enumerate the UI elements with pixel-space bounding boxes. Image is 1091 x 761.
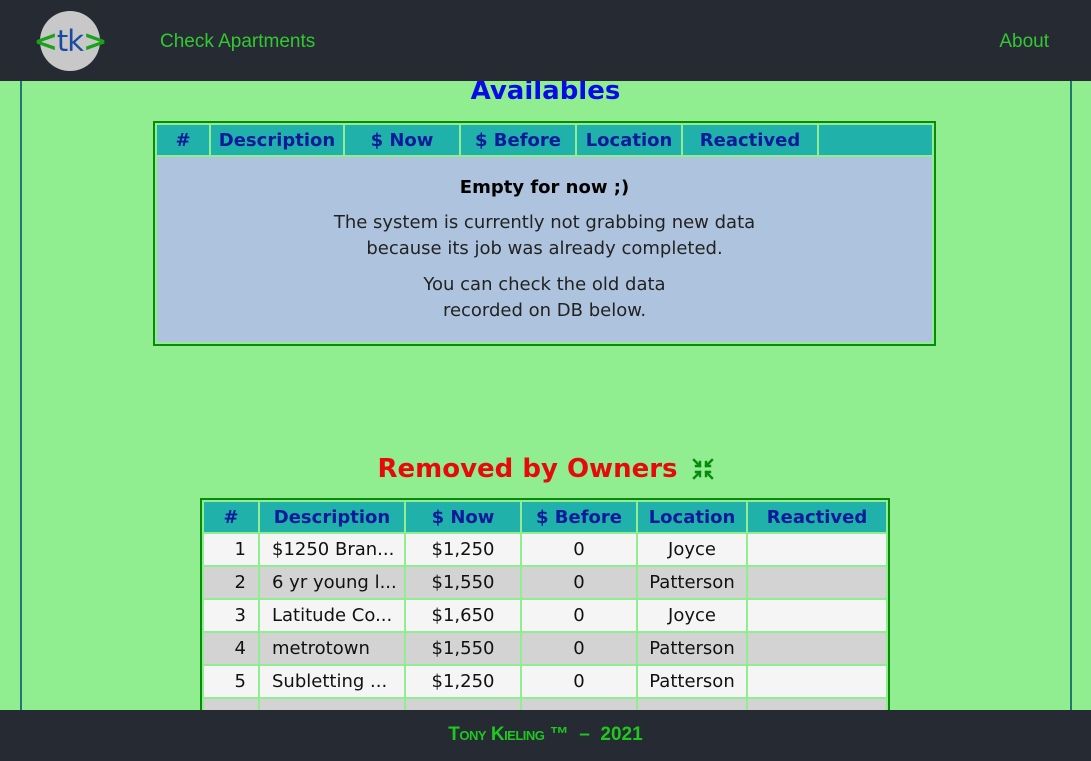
cell-location: Patterson [638,633,746,664]
removed-section-heading: Removed by Owners [0,454,1091,484]
nav-check-apartments-link[interactable]: Check Apartments [160,31,315,53]
cell-price-before: 0 [522,567,636,598]
cell-reactived [748,633,886,664]
empty-row: Empty for now ;) The system is currently… [157,157,932,342]
cell-price-now: $1,250 [406,666,520,697]
nav-about-link[interactable]: About [999,31,1049,53]
header-price-before[interactable]: $ Before [522,502,636,532]
cell-price-before: 0 [522,666,636,697]
empty-message-2: You can check the old data recorded on DB… [157,272,932,324]
cell-price-now: $1,550 [406,633,520,664]
header-number[interactable]: # [157,125,209,155]
footer: Tony Kieling ™ – 2021 [0,710,1091,761]
footer-year: 2021 [600,724,643,745]
header-reactived[interactable]: Reactived [683,125,817,155]
cell-location: Patterson [638,666,746,697]
message-line-3: You can check the old data [423,274,666,295]
table-row[interactable]: 1 $1250 Bran... $1,250 0 Joyce [204,534,886,565]
header-location[interactable]: Location [577,125,681,155]
logo-right-bracket: > [83,24,107,58]
cell-number: 5 [204,666,258,697]
cell-price-before: 0 [522,633,636,664]
footer-dash: – [579,724,590,745]
table-row[interactable]: 2 6 yr young l... $1,550 0 Patterson [204,567,886,598]
removed-title: Removed by Owners [377,454,678,484]
cell-location: Patterson [638,567,746,598]
availables-table: # Description $ Now $ Before Location Re… [153,121,936,346]
cell-price-now: $1,250 [406,534,520,565]
cell-description[interactable]: Latitude Co... [260,600,404,631]
cell-description[interactable]: metrotown [260,633,404,664]
top-navbar: < tk > Check Apartments About [0,0,1091,81]
header-price-before[interactable]: $ Before [461,125,575,155]
cell-price-before: 0 [522,600,636,631]
header-price-now[interactable]: $ Now [345,125,459,155]
empty-title: Empty for now ;) [459,177,630,198]
cell-reactived [748,600,886,631]
footer-author-name: Tony Kieling [448,724,545,745]
tk-logo[interactable]: < tk > [34,11,107,71]
table-row[interactable]: 4 metrotown $1,550 0 Patterson [204,633,886,664]
header-blank [819,125,932,155]
cell-number: 3 [204,600,258,631]
header-reactived[interactable]: Reactived [748,502,886,532]
message-line-2: because its job was already completed. [366,238,723,259]
table-row[interactable]: 5 Subletting ... $1,250 0 Patterson [204,666,886,697]
cell-number: 1 [204,534,258,565]
compress-icon[interactable] [691,458,714,480]
footer-trademark: ™ [549,724,569,745]
footer-credit: Tony Kieling ™ – 2021 [448,724,642,746]
cell-reactived [748,567,886,598]
cell-reactived [748,666,886,697]
availables-header-row: # Description $ Now $ Before Location Re… [157,125,932,155]
message-line-4: recorded on DB below. [442,300,647,321]
table-row[interactable]: 3 Latitude Co... $1,650 0 Joyce [204,600,886,631]
cell-description[interactable]: $1250 Bran... [260,534,404,565]
empty-message-1: The system is currently not grabbing new… [157,210,932,262]
removed-table: # Description $ Now $ Before Location Re… [200,498,890,734]
cell-reactived [748,534,886,565]
message-line-1: The system is currently not grabbing new… [333,212,756,233]
cell-price-now: $1,550 [406,567,520,598]
header-description[interactable]: Description [211,125,343,155]
cell-location: Joyce [638,534,746,565]
header-price-now[interactable]: $ Now [406,502,520,532]
cell-description[interactable]: 6 yr young l... [260,567,404,598]
header-location[interactable]: Location [638,502,746,532]
cell-location: Joyce [638,600,746,631]
cell-price-before: 0 [522,534,636,565]
cell-number: 4 [204,633,258,664]
cell-price-now: $1,650 [406,600,520,631]
header-number[interactable]: # [204,502,258,532]
removed-header-row: # Description $ Now $ Before Location Re… [204,502,886,532]
cell-number: 2 [204,567,258,598]
empty-message-cell: Empty for now ;) The system is currently… [157,157,932,342]
header-description[interactable]: Description [260,502,404,532]
cell-description[interactable]: Subletting ... [260,666,404,697]
logo-left-bracket: < [33,24,58,58]
logo-letters: tk [56,24,84,58]
